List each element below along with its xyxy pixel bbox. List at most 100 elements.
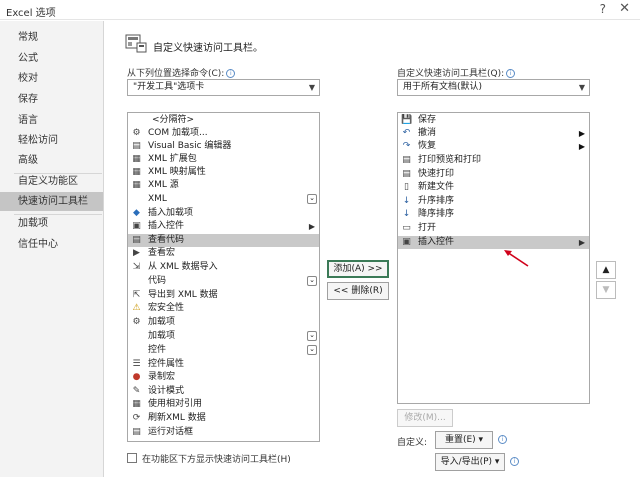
design-mode-icon: ✎ [132,386,141,396]
list-item[interactable]: <分隔符> [128,114,319,127]
move-down-button[interactable]: ▼ [596,281,616,299]
remove-button[interactable]: << 删除(R) [327,282,389,300]
print-preview-icon: ▤ [402,155,411,165]
sidebar-item-quick-access-toolbar[interactable]: 快速访问工具栏 [0,192,103,211]
list-item[interactable]: ▦ 使用相对引用 [128,398,319,411]
annotation-arrow-icon [504,250,529,267]
sidebar-item-customize-ribbon[interactable]: 自定义功能区 [0,172,103,191]
list-item[interactable]: ▦ XML 源 [128,179,319,192]
insert-control-icon: ▣ [132,221,141,231]
submenu-arrow-icon: ▶ [578,142,585,151]
submenu-arrow-icon: ▶ [578,129,585,138]
insert-addin-icon: ◆ [133,208,140,218]
page-title: 自定义快速访问工具栏。 [153,43,263,54]
record-macro-icon: ● [132,372,141,382]
list-item-selected[interactable]: ▣ 插入控件 ▶ [398,236,589,249]
sidebar-item-language[interactable]: 语言 [0,111,103,130]
list-item[interactable]: ✎ 设计模式 [128,385,319,398]
sidebar-item-advanced[interactable]: 高级 [0,151,103,170]
sidebar-item-save[interactable]: 保存 [0,90,103,109]
group-dropdown-icon: ⌄ [307,276,317,286]
sidebar-item-accessibility[interactable]: 轻松访问 [0,131,103,150]
quick-print-icon: ▤ [402,169,411,179]
undo-icon: ↶ [402,128,411,138]
submenu-arrow-icon: ▶ [578,238,585,247]
sidebar-item-proofing[interactable]: 校对 [0,69,103,88]
modify-button[interactable]: 修改(M)... [397,409,453,427]
choose-commands-label: 从下列位置选择命令(C): [127,69,225,79]
list-item[interactable]: ⚙ 加载项 [128,316,319,329]
com-addin-icon: ⚙ [132,128,141,138]
vba-editor-icon: ▤ [132,141,141,151]
list-item[interactable]: ▤ 快速打印 [398,168,589,181]
list-item[interactable]: ↶ 撤消 ▶ [398,127,589,140]
list-item[interactable]: 💾 保存 [398,114,589,127]
list-item[interactable]: ◆ 插入加载项 [128,207,319,220]
reset-button[interactable]: 重置(E) ▾ [435,431,493,449]
list-item[interactable]: 代码 ⌄ [128,275,319,288]
list-item[interactable]: ⚠ 宏安全性 [128,302,319,315]
refresh-icon: ⟳ [132,413,141,423]
list-item[interactable]: ↓ 降序排序 [398,208,589,221]
show-below-ribbon-checkbox[interactable] [127,453,137,463]
move-up-button[interactable]: ▲ [596,261,616,279]
sidebar-item-general[interactable]: 常规 [0,28,103,47]
save-icon: 💾 [401,115,413,125]
list-item[interactable]: ▶ 查看宏 [128,247,319,260]
list-item[interactable]: ▤ 运行对话框 [128,426,319,439]
customize-toolbar-label: 自定义快速访问工具栏(Q): [397,69,505,79]
list-item[interactable]: ▤ 打印预览和打印 [398,154,589,167]
list-item[interactable]: ▦ XML 扩展包 [128,153,319,166]
relative-reference-icon: ▦ [132,399,141,409]
quick-access-panel: 自定义快速访问工具栏。 从下列位置选择命令(C): i "开发工具"选项卡 ▼ 自… [105,21,640,477]
info-icon: i [510,457,519,466]
sidebar-item-trust-center[interactable]: 信任中心 [0,235,103,254]
sidebar-item-formulas[interactable]: 公式 [0,49,103,68]
choose-commands-value: "开发工具"选项卡 [133,82,205,92]
list-item[interactable]: ▭ 打开 [398,222,589,235]
list-item[interactable]: ⚙ COM 加载项... [128,127,319,140]
list-item[interactable]: 控件 ⌄ [128,344,319,357]
title-bar: Excel 选项 ? ✕ [0,0,640,20]
list-item[interactable]: 加载项 ⌄ [128,330,319,343]
sidebar-item-addins[interactable]: 加载项 [0,214,103,233]
xml-import-icon: ⇲ [132,262,141,272]
list-item[interactable]: ● 录制宏 [128,371,319,384]
control-properties-icon: ☰ [132,359,141,369]
import-export-button[interactable]: 导入/导出(P) ▾ [435,453,505,471]
list-item[interactable]: ⟳ 刷新XML 数据 [128,412,319,425]
list-item[interactable]: ↓ 升序排序 [398,195,589,208]
available-commands-list[interactable]: <分隔符> ⚙ COM 加载项... ▤ Visual Basic 编辑器 ▦ XML… [127,112,320,442]
list-item[interactable]: ☰ 控件属性 [128,358,319,371]
list-item[interactable]: ▦ XML 映射属性 [128,166,319,179]
sort-ascending-icon: ↓ [402,196,411,206]
close-icon[interactable]: ✕ [619,1,630,16]
customize-toolbar-value: 用于所有文档(默认) [403,82,483,92]
customize-toolbar-dropdown[interactable]: 用于所有文档(默认) ▼ [397,79,590,96]
add-button[interactable]: 添加(A) >> [327,260,389,278]
xml-export-icon: ⇱ [132,290,141,300]
window-title: Excel 选项 [6,8,56,19]
view-macros-icon: ▶ [133,248,140,258]
toolbar-commands-list[interactable]: 💾 保存 ↶ 撤消 ▶ ↷ 恢复 ▶ ▤ 打印预览和打印 ▤ 快速打印 ▯ 新建文件 ↓ 升序排序… [397,112,590,404]
options-sidebar: 常规 公式 校对 保存 语言 轻松访问 高级 自定义功能区 快速访问工具栏 加载… [0,21,104,477]
insert-control-icon: ▣ [402,237,411,247]
help-icon[interactable]: ? [600,2,606,16]
sort-descending-icon: ↓ [402,209,411,219]
list-item[interactable]: ⇲ 从 XML 数据导入 [128,261,319,274]
group-dropdown-icon: ⌄ [307,331,317,341]
choose-commands-dropdown[interactable]: "开发工具"选项卡 ▼ [127,79,320,96]
info-icon: i [226,69,236,78]
open-folder-icon: ▭ [402,223,411,233]
list-item[interactable]: ▯ 新建文件 [398,181,589,194]
list-item[interactable]: ▣ 插入控件 ▶ [128,220,319,233]
list-item-selected[interactable]: ▤ 查看代码 [128,234,319,247]
list-item[interactable]: ⇱ 导出到 XML 数据 [128,289,319,302]
toolbar-customize-icon [125,34,147,53]
list-item[interactable]: ▤ Visual Basic 编辑器 [128,140,319,153]
group-dropdown-icon: ⌄ [307,345,317,355]
list-item[interactable]: ↷ 恢复 ▶ [398,140,589,153]
list-item[interactable]: XML ⌄ [128,193,319,206]
chevron-down-icon: ▼ [308,83,315,92]
info-icon: i [498,435,507,444]
